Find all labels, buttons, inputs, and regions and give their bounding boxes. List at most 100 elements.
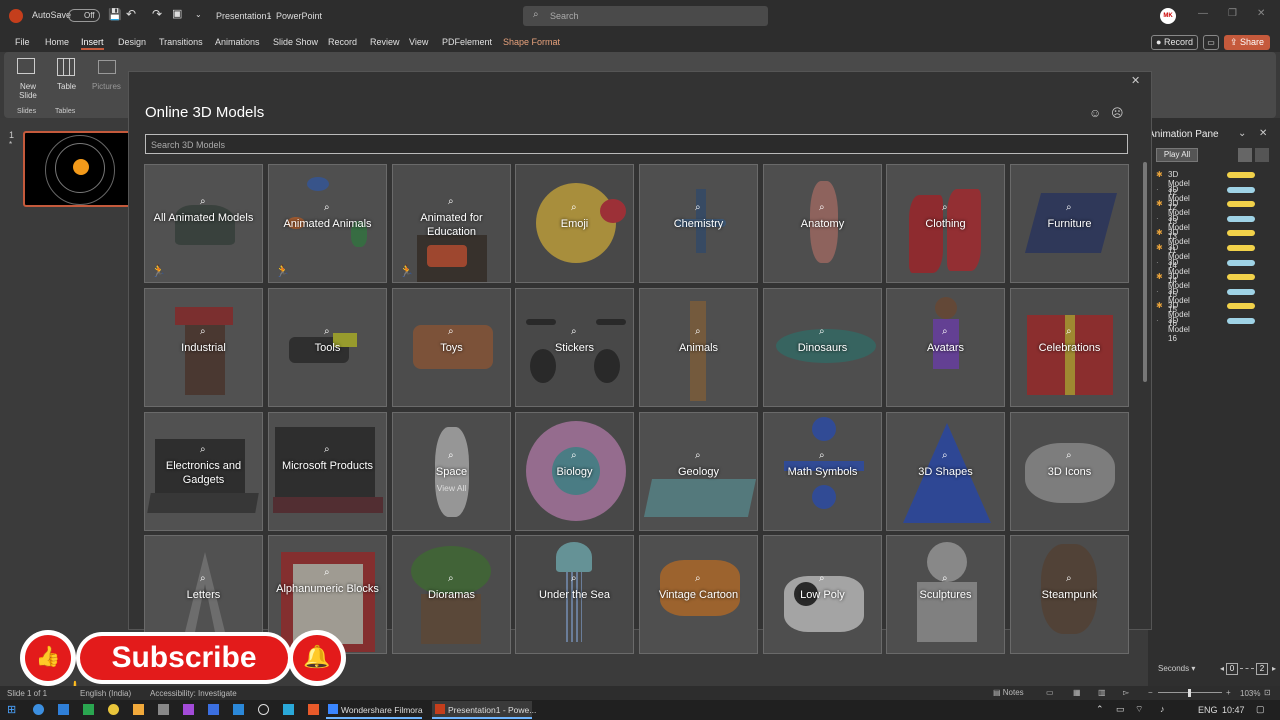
model-tile-dinosaurs[interactable]: ⌕ Dinosaurs	[763, 288, 882, 407]
model-tile-3d-shapes[interactable]: ⌕ 3D Shapes	[886, 412, 1005, 531]
move-up-button[interactable]	[1238, 148, 1252, 162]
slide-thumbnail[interactable]	[23, 131, 131, 207]
obs-icon[interactable]	[258, 704, 269, 715]
move-down-button[interactable]	[1255, 148, 1269, 162]
avatar[interactable]: MK	[1160, 8, 1176, 24]
model-tile-chemistry[interactable]: ⌕ Chemistry	[639, 164, 758, 283]
model-tile-tools[interactable]: ⌕ Tools	[268, 288, 387, 407]
notes-button[interactable]: ▤ Notes	[993, 688, 1024, 697]
model-tile-toys[interactable]: ⌕ Toys	[392, 288, 511, 407]
battery-icon[interactable]: ▭	[1116, 704, 1125, 715]
close-pane-icon[interactable]: ✕	[1259, 128, 1267, 139]
app2-icon[interactable]	[183, 704, 194, 715]
tab-insert[interactable]: Insert	[81, 37, 104, 50]
model-tile-furniture[interactable]: ⌕ Furniture	[1010, 164, 1129, 283]
accessibility-status[interactable]: Accessibility: Investigate	[150, 689, 237, 698]
windows-start-icon[interactable]: ⊞	[7, 703, 16, 716]
app3-icon[interactable]	[283, 704, 294, 715]
autosave-toggle[interactable]: Off	[68, 9, 100, 22]
tray-chevron-icon[interactable]: ⌃	[1096, 704, 1104, 715]
language[interactable]: English (India)	[80, 689, 131, 698]
pictures-button[interactable]: Pictures	[92, 56, 122, 104]
clock[interactable]: 10:47	[1222, 705, 1245, 715]
model-tile-animated-for-education[interactable]: ⌕ Animated for Education 🏃	[392, 164, 511, 283]
notifications-icon[interactable]: ▢	[1256, 704, 1265, 715]
search-box[interactable]: ⌕ Search	[523, 6, 768, 26]
comments-icon[interactable]: ▭	[1203, 35, 1219, 50]
model-tile-sculptures[interactable]: ⌕ Sculptures	[886, 535, 1005, 654]
search-3d-models-input[interactable]: Search 3D Models	[145, 134, 1128, 154]
chrome-icon[interactable]	[108, 704, 119, 715]
volume-icon[interactable]: ♪	[1160, 704, 1165, 714]
vscode-icon[interactable]	[233, 704, 244, 715]
tab-animations[interactable]: Animations	[215, 37, 260, 47]
tab-view[interactable]: View	[409, 37, 428, 47]
reading-view-icon[interactable]: ▥	[1098, 688, 1106, 697]
zoom-in-icon[interactable]: +	[1226, 688, 1231, 697]
model-tile-low-poly[interactable]: ⌕ Low Poly	[763, 535, 882, 654]
close-dialog-icon[interactable]: ✕	[1131, 74, 1140, 87]
maximize-icon[interactable]: ❐	[1228, 8, 1237, 19]
model-tile-biology[interactable]: ⌕ Biology	[515, 412, 634, 531]
slideshow-view-icon[interactable]: ▻	[1123, 688, 1129, 697]
model-tile-all-animated-models[interactable]: ⌕ All Animated Models 🏃	[144, 164, 263, 283]
slideshow-icon[interactable]: ▣	[172, 7, 182, 20]
record-button[interactable]: ● Record	[1151, 35, 1198, 50]
edge-icon[interactable]	[33, 704, 44, 715]
model-tile-anatomy[interactable]: ⌕ Anatomy	[763, 164, 882, 283]
minimize-icon[interactable]: —	[1198, 8, 1208, 19]
store-icon[interactable]	[58, 704, 69, 715]
customize-toolbar-icon[interactable]: ⌄	[195, 10, 202, 19]
input-language[interactable]: ENG	[1198, 705, 1218, 715]
save-icon[interactable]: 💾	[108, 8, 122, 21]
timeline-right-icon[interactable]: ▸	[1272, 664, 1276, 673]
model-tile-math-symbols[interactable]: ⌕ Math Symbols	[763, 412, 882, 531]
app-icon[interactable]	[158, 704, 169, 715]
zoom-out-icon[interactable]: −	[1148, 688, 1153, 697]
zoom-level[interactable]: 103%	[1240, 689, 1260, 698]
tab-design[interactable]: Design	[118, 37, 146, 47]
view-all-link[interactable]: View All	[393, 483, 510, 493]
new-slide-button[interactable]: New Slide	[12, 56, 40, 104]
model-tile-emoji[interactable]: ⌕ Emoji	[515, 164, 634, 283]
tab-pdfelement[interactable]: PDFelement	[442, 37, 492, 47]
model-tile-avatars[interactable]: ⌕ Avatars	[886, 288, 1005, 407]
subscribe-button[interactable]: Subscribe	[80, 636, 288, 680]
model-tile-stickers[interactable]: ⌕ Stickers	[515, 288, 634, 407]
taskbar-filmora[interactable]: Wondershare Filmora	[326, 701, 423, 719]
network-icon[interactable]: ⌔	[1135, 704, 1143, 715]
word-icon[interactable]	[208, 704, 219, 715]
undo-icon[interactable]: ↶	[126, 7, 136, 21]
timeline-left-icon[interactable]: ◂	[1220, 664, 1224, 673]
model-tile-geology[interactable]: ⌕ Geology	[639, 412, 758, 531]
taskbar-powerpoint[interactable]: Presentation1 - Powe...	[432, 701, 536, 719]
model-tile-celebrations[interactable]: ⌕ Celebrations	[1010, 288, 1129, 407]
zoom-thumb[interactable]	[1188, 689, 1191, 697]
app4-icon[interactable]	[308, 704, 319, 715]
table-button[interactable]: Table	[54, 56, 80, 104]
model-tile-electronics-and-gadgets[interactable]: ⌕ Electronics and Gadgets	[144, 412, 263, 531]
sorter-view-icon[interactable]: ▦	[1073, 688, 1081, 697]
tab-file[interactable]: File	[15, 37, 30, 47]
like-icon[interactable]: 👍	[25, 635, 71, 681]
feedback-smile-icon[interactable]: ☺	[1089, 106, 1101, 120]
model-tile-clothing[interactable]: ⌕ Clothing	[886, 164, 1005, 283]
tab-transitions[interactable]: Transitions	[159, 37, 203, 47]
model-tile-industrial[interactable]: ⌕ Industrial	[144, 288, 263, 407]
tab-home[interactable]: Home	[45, 37, 69, 47]
model-tile-animals[interactable]: ⌕ Animals	[639, 288, 758, 407]
fit-slide-icon[interactable]: ⊡	[1264, 688, 1271, 697]
excel-icon[interactable]	[83, 704, 94, 715]
tab-record[interactable]: Record	[328, 37, 357, 47]
model-tile-animated-animals[interactable]: ⌕ Animated Animals 🏃	[268, 164, 387, 283]
bell-icon[interactable]: 🔔	[293, 635, 341, 681]
seconds-dropdown[interactable]: Seconds ▾	[1158, 664, 1195, 673]
model-tile-vintage-cartoon[interactable]: ⌕ Vintage Cartoon	[639, 535, 758, 654]
tab-shape-format[interactable]: Shape Format	[503, 37, 560, 47]
chevron-down-icon[interactable]: ⌄	[1238, 128, 1246, 139]
tab-review[interactable]: Review	[370, 37, 400, 47]
model-tile-3d-icons[interactable]: ⌕ 3D Icons	[1010, 412, 1129, 531]
model-tile-under-the-sea[interactable]: ⌕ Under the Sea	[515, 535, 634, 654]
redo-icon[interactable]: ↷	[152, 7, 162, 21]
feedback-frown-icon[interactable]: ☹	[1111, 106, 1124, 120]
